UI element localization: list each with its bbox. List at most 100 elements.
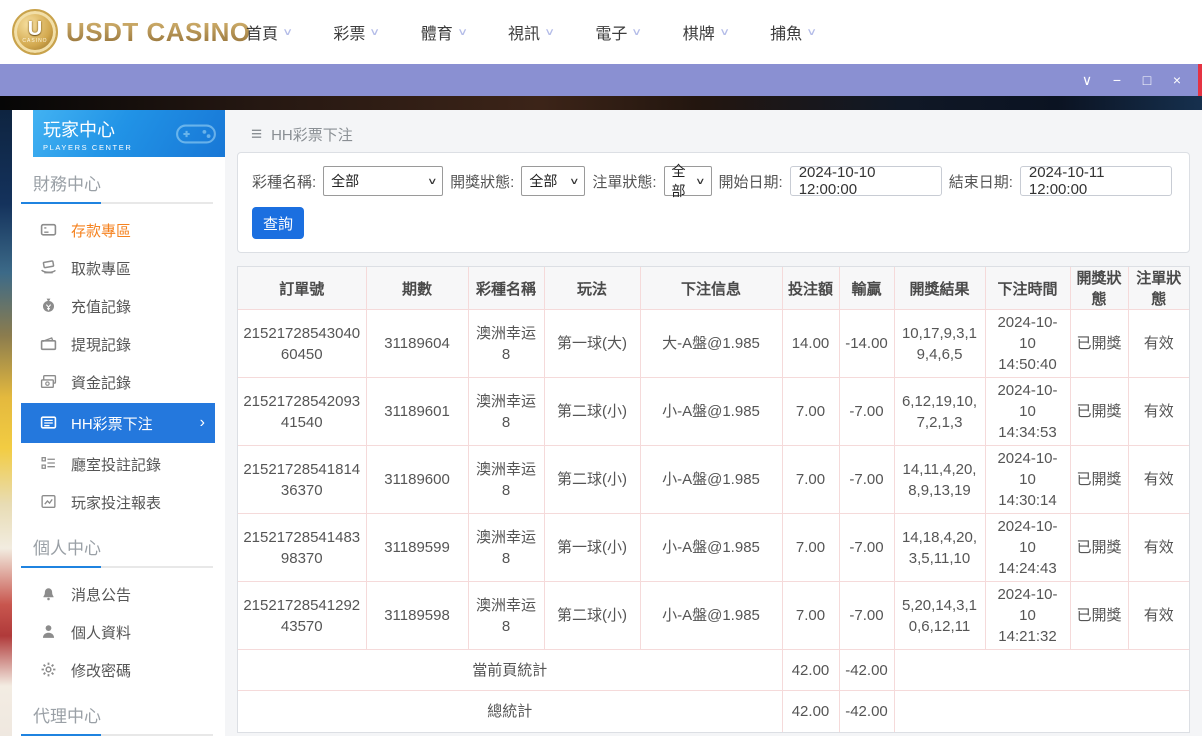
table-cell: 5,20,14,3,10,6,12,11 <box>894 581 986 650</box>
query-button[interactable]: 查詢 <box>252 207 304 239</box>
table-header-cell: 玩法 <box>544 267 641 310</box>
table-cell: 已開獎 <box>1070 445 1129 514</box>
summary-winloss-total: -42.00 <box>839 649 895 691</box>
background-art-band <box>0 96 1202 110</box>
window-close-icon[interactable]: × <box>1162 72 1192 88</box>
sidebar-item-profile[interactable]: 個人資料 <box>12 613 225 651</box>
summary-winloss-total: -42.00 <box>839 690 895 732</box>
nav-item-chess[interactable]: 棋牌 ∨ <box>682 20 730 44</box>
sidebar-item-funds-record[interactable]: 資金記錄 <box>12 363 225 401</box>
nav-item-label: 視訊 <box>508 26 541 43</box>
window-collapse-icon[interactable]: ∨ <box>1072 72 1102 89</box>
table-header-row: 訂單號 期數 彩種名稱 玩法 下注信息 投注額 輸贏 開獎結果 下注時間 開獎狀態 注單狀態 <box>238 267 1189 310</box>
summary-row: 當前頁統計 42.00 -42.00 <box>238 649 1189 691</box>
start-date-input[interactable]: 2024-10-10 12:00:00 <box>789 164 942 198</box>
table-cell: 14.00 <box>782 309 840 378</box>
table-cell: 2152172854129243570 <box>238 581 367 650</box>
sidebar-item-recharge-record[interactable]: 充值記錄 <box>12 287 225 325</box>
table-cell: 2024-10-10 14:30:14 <box>985 445 1071 514</box>
recharge-bag-icon <box>40 297 58 315</box>
nav-item-sports[interactable]: 體育 ∨ <box>420 20 468 44</box>
sidebar-item-room-bet-record[interactable]: 廳室投註記錄 <box>12 445 225 483</box>
sidebar-section-finance-center: 財務中心 <box>33 175 101 194</box>
table-cell: 第二球(小) <box>544 445 641 514</box>
lottery-name-label: 彩種名稱: <box>252 173 317 191</box>
table-cell: 澳洲幸运8 <box>468 581 545 650</box>
sidebar-item-label: 個人資料 <box>71 624 132 642</box>
table-cell: 7.00 <box>782 445 840 514</box>
workspace: 玩家中心 PLAYERS CENTER 財務中心存款專區取款專區 充值記錄提現記錄… <box>0 110 1202 736</box>
sidebar-item-hh-lottery-bets[interactable]: HH彩票下注 › <box>21 403 215 443</box>
table-cell: 小-A盤@1.985 <box>640 445 783 514</box>
nav-item-lottery[interactable]: 彩票 ∨ <box>333 20 381 44</box>
input-value: 2024-10-10 12:00:00 <box>798 164 876 198</box>
window-maximize-icon[interactable]: □ <box>1132 72 1162 88</box>
table-header-cell: 投注額 <box>782 267 840 310</box>
summary-label: 當前頁統計 <box>238 649 783 691</box>
table-cell: 2024-10-10 14:34:53 <box>985 377 1071 446</box>
hamburger-icon[interactable]: ≡ <box>251 125 262 144</box>
sidebar-item-player-bet-report[interactable]: 玩家投注報表 <box>12 483 225 521</box>
table-header-cell: 開獎狀態 <box>1070 267 1129 310</box>
nav-item-fishing[interactable]: 捕魚 ∨ <box>770 20 818 44</box>
table-cell: -7.00 <box>839 377 895 446</box>
checklist-icon <box>40 455 58 473</box>
section-underline <box>21 202 213 204</box>
withdraw-hand-icon <box>40 259 58 277</box>
end-date-input[interactable]: 2024-10-11 12:00:00 <box>1019 164 1172 198</box>
sidebar-item-deposit-zone[interactable]: 存款專區 <box>12 211 225 249</box>
table-cell: 第一球(小) <box>544 513 641 582</box>
end-date-label: 結束日期: <box>948 173 1013 191</box>
chevron-down-icon: ∨ <box>806 26 818 38</box>
summary-label: 總統計 <box>238 690 783 732</box>
select-value: 全部 <box>671 163 686 199</box>
table-cell: 7.00 <box>782 377 840 446</box>
input-value: 2024-10-11 12:00:00 <box>1028 164 1105 198</box>
table-row: 2152172854181436370 31189600 澳洲幸运8 第二球(小) 小-… <box>238 445 1189 514</box>
page-title: HH彩票下注 <box>271 126 353 144</box>
table-header-cell: 下注時間 <box>985 267 1071 310</box>
nav-item-label: 彩票 <box>333 26 366 43</box>
chevron-down-icon: ∨ <box>544 26 556 38</box>
nav-item-video[interactable]: 視訊 ∨ <box>508 20 556 44</box>
sidebar-item-label: 提現記錄 <box>71 336 132 354</box>
table-cell: 14,11,4,20,8,9,13,19 <box>894 445 986 514</box>
sidebar-item-announcements[interactable]: 消息公告 <box>12 575 225 613</box>
lottery-name-select[interactable]: 全部 ∨ <box>323 166 444 196</box>
bets-table: 訂單號 期數 彩種名稱 玩法 下注信息 投注額 輸贏 開獎結果 下注時間 開獎狀態 注單狀態 215… <box>237 266 1190 733</box>
table-cell: 6,12,19,10,7,2,1,3 <box>894 377 986 446</box>
window-minimize-icon[interactable]: − <box>1102 72 1132 88</box>
deposit-card-icon <box>40 221 58 239</box>
banknotes-icon <box>40 373 58 391</box>
sidebar-item-withdraw-zone[interactable]: 取款專區 <box>12 249 225 287</box>
sidebar-header: 玩家中心 PLAYERS CENTER <box>33 110 225 157</box>
draw-status-select[interactable]: 全部 ∨ <box>521 166 586 196</box>
brand-logo[interactable]: U CASINO USDT CASINO <box>12 9 250 55</box>
table-cell: 31189599 <box>366 513 469 582</box>
chevron-down-icon: ∨ <box>369 26 381 38</box>
table-cell: -7.00 <box>839 581 895 650</box>
nav-item-home[interactable]: 首頁 ∨ <box>246 20 293 44</box>
nav-item-label: 體育 <box>420 26 453 43</box>
chevron-down-icon: ∨ <box>718 26 730 38</box>
table-cell: -14.00 <box>839 309 895 378</box>
chevron-down-icon: ∨ <box>426 175 438 186</box>
order-status-select[interactable]: 全部 ∨ <box>663 163 712 199</box>
sidebar-item-label: 消息公告 <box>71 586 132 604</box>
table-cell: 31189600 <box>366 445 469 514</box>
sidebar-item-label: 存款專區 <box>71 222 132 240</box>
nav-item-label: 棋牌 <box>682 26 715 43</box>
table-header-cell: 開獎結果 <box>894 267 986 310</box>
sidebar-item-withdrawal-record[interactable]: 提現記錄 <box>12 325 225 363</box>
screen: U CASINO USDT CASINO 首頁 ∨ 彩票 ∨ 體育 ∨ 視訊 ∨ 電子 ∨ 棋牌 ∨ 捕… <box>0 0 1202 736</box>
table-cell: 7.00 <box>782 513 840 582</box>
sidebar-item-change-password[interactable]: 修改密碼 <box>12 651 225 689</box>
sidebar-item-label: 資金記錄 <box>71 374 132 392</box>
nav-item-electronic[interactable]: 電子 ∨ <box>595 20 642 44</box>
window-titlebar: ∨ − □ × <box>0 64 1202 96</box>
table-cell: 2024-10-10 14:24:43 <box>985 513 1071 582</box>
chevron-down-icon: ∨ <box>568 175 580 186</box>
table-cell: 有效 <box>1128 377 1189 446</box>
section-underline <box>21 566 213 568</box>
gamepad-icon <box>176 124 216 143</box>
